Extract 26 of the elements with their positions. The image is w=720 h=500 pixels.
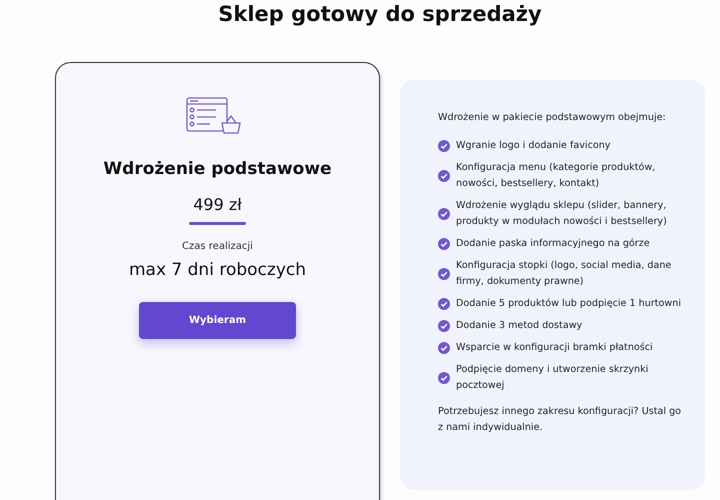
details-intro: Wdrożenie w pakiecie podstawowym obejmuje:	[438, 111, 667, 125]
details-note: Potrzebujesz innego zakresu konfiguracji? Ustal go z nami indywidualnie.	[438, 405, 682, 435]
feature-text: Konfiguracja menu (kategorie produktów, nowości, bestsellery, kontakt)	[456, 161, 656, 191]
check-icon	[438, 238, 450, 250]
check-icon	[438, 140, 450, 152]
check-icon	[438, 170, 450, 182]
feature-text: Konfiguracja stopki (logo, social media, dane firmy, dokumenty prawne)	[456, 259, 672, 289]
time-label: Czas realizacji	[182, 241, 253, 252]
feature-text: Dodanie 5 produktów lub podpięcie 1 hurtowni	[456, 297, 681, 311]
feature-text: Podpięcie domeny i utworzenie skrzynki pocztowej	[456, 363, 650, 393]
check-icon	[438, 208, 450, 220]
feature-text: Dodanie paska informacyjnego na górze	[456, 237, 650, 251]
choose-button[interactable]: Wybieram	[139, 302, 296, 339]
plan-price: 499 zł	[193, 195, 242, 214]
check-icon	[438, 342, 450, 354]
check-icon	[438, 320, 450, 332]
check-icon	[438, 298, 450, 310]
feature-text: Dodanie 3 metod dostawy	[456, 319, 582, 333]
feature-text: Wdrożenie wyglądu sklepu (slider, bannery, produkty w modułach nowości i bestsellery)	[456, 199, 668, 229]
feature-text: Wgranie logo i dodanie favicony	[456, 139, 610, 153]
time-value: max 7 dni roboczych	[128, 260, 306, 280]
page-heading: Sklep gotowy do sprzedaży	[217, 1, 543, 28]
check-icon	[438, 372, 450, 384]
check-icon	[438, 268, 450, 280]
feature-text: Wsparcie w konfiguracji bramki płatności	[456, 341, 653, 355]
plan-name: Wdrożenie podstawowe	[103, 159, 332, 179]
